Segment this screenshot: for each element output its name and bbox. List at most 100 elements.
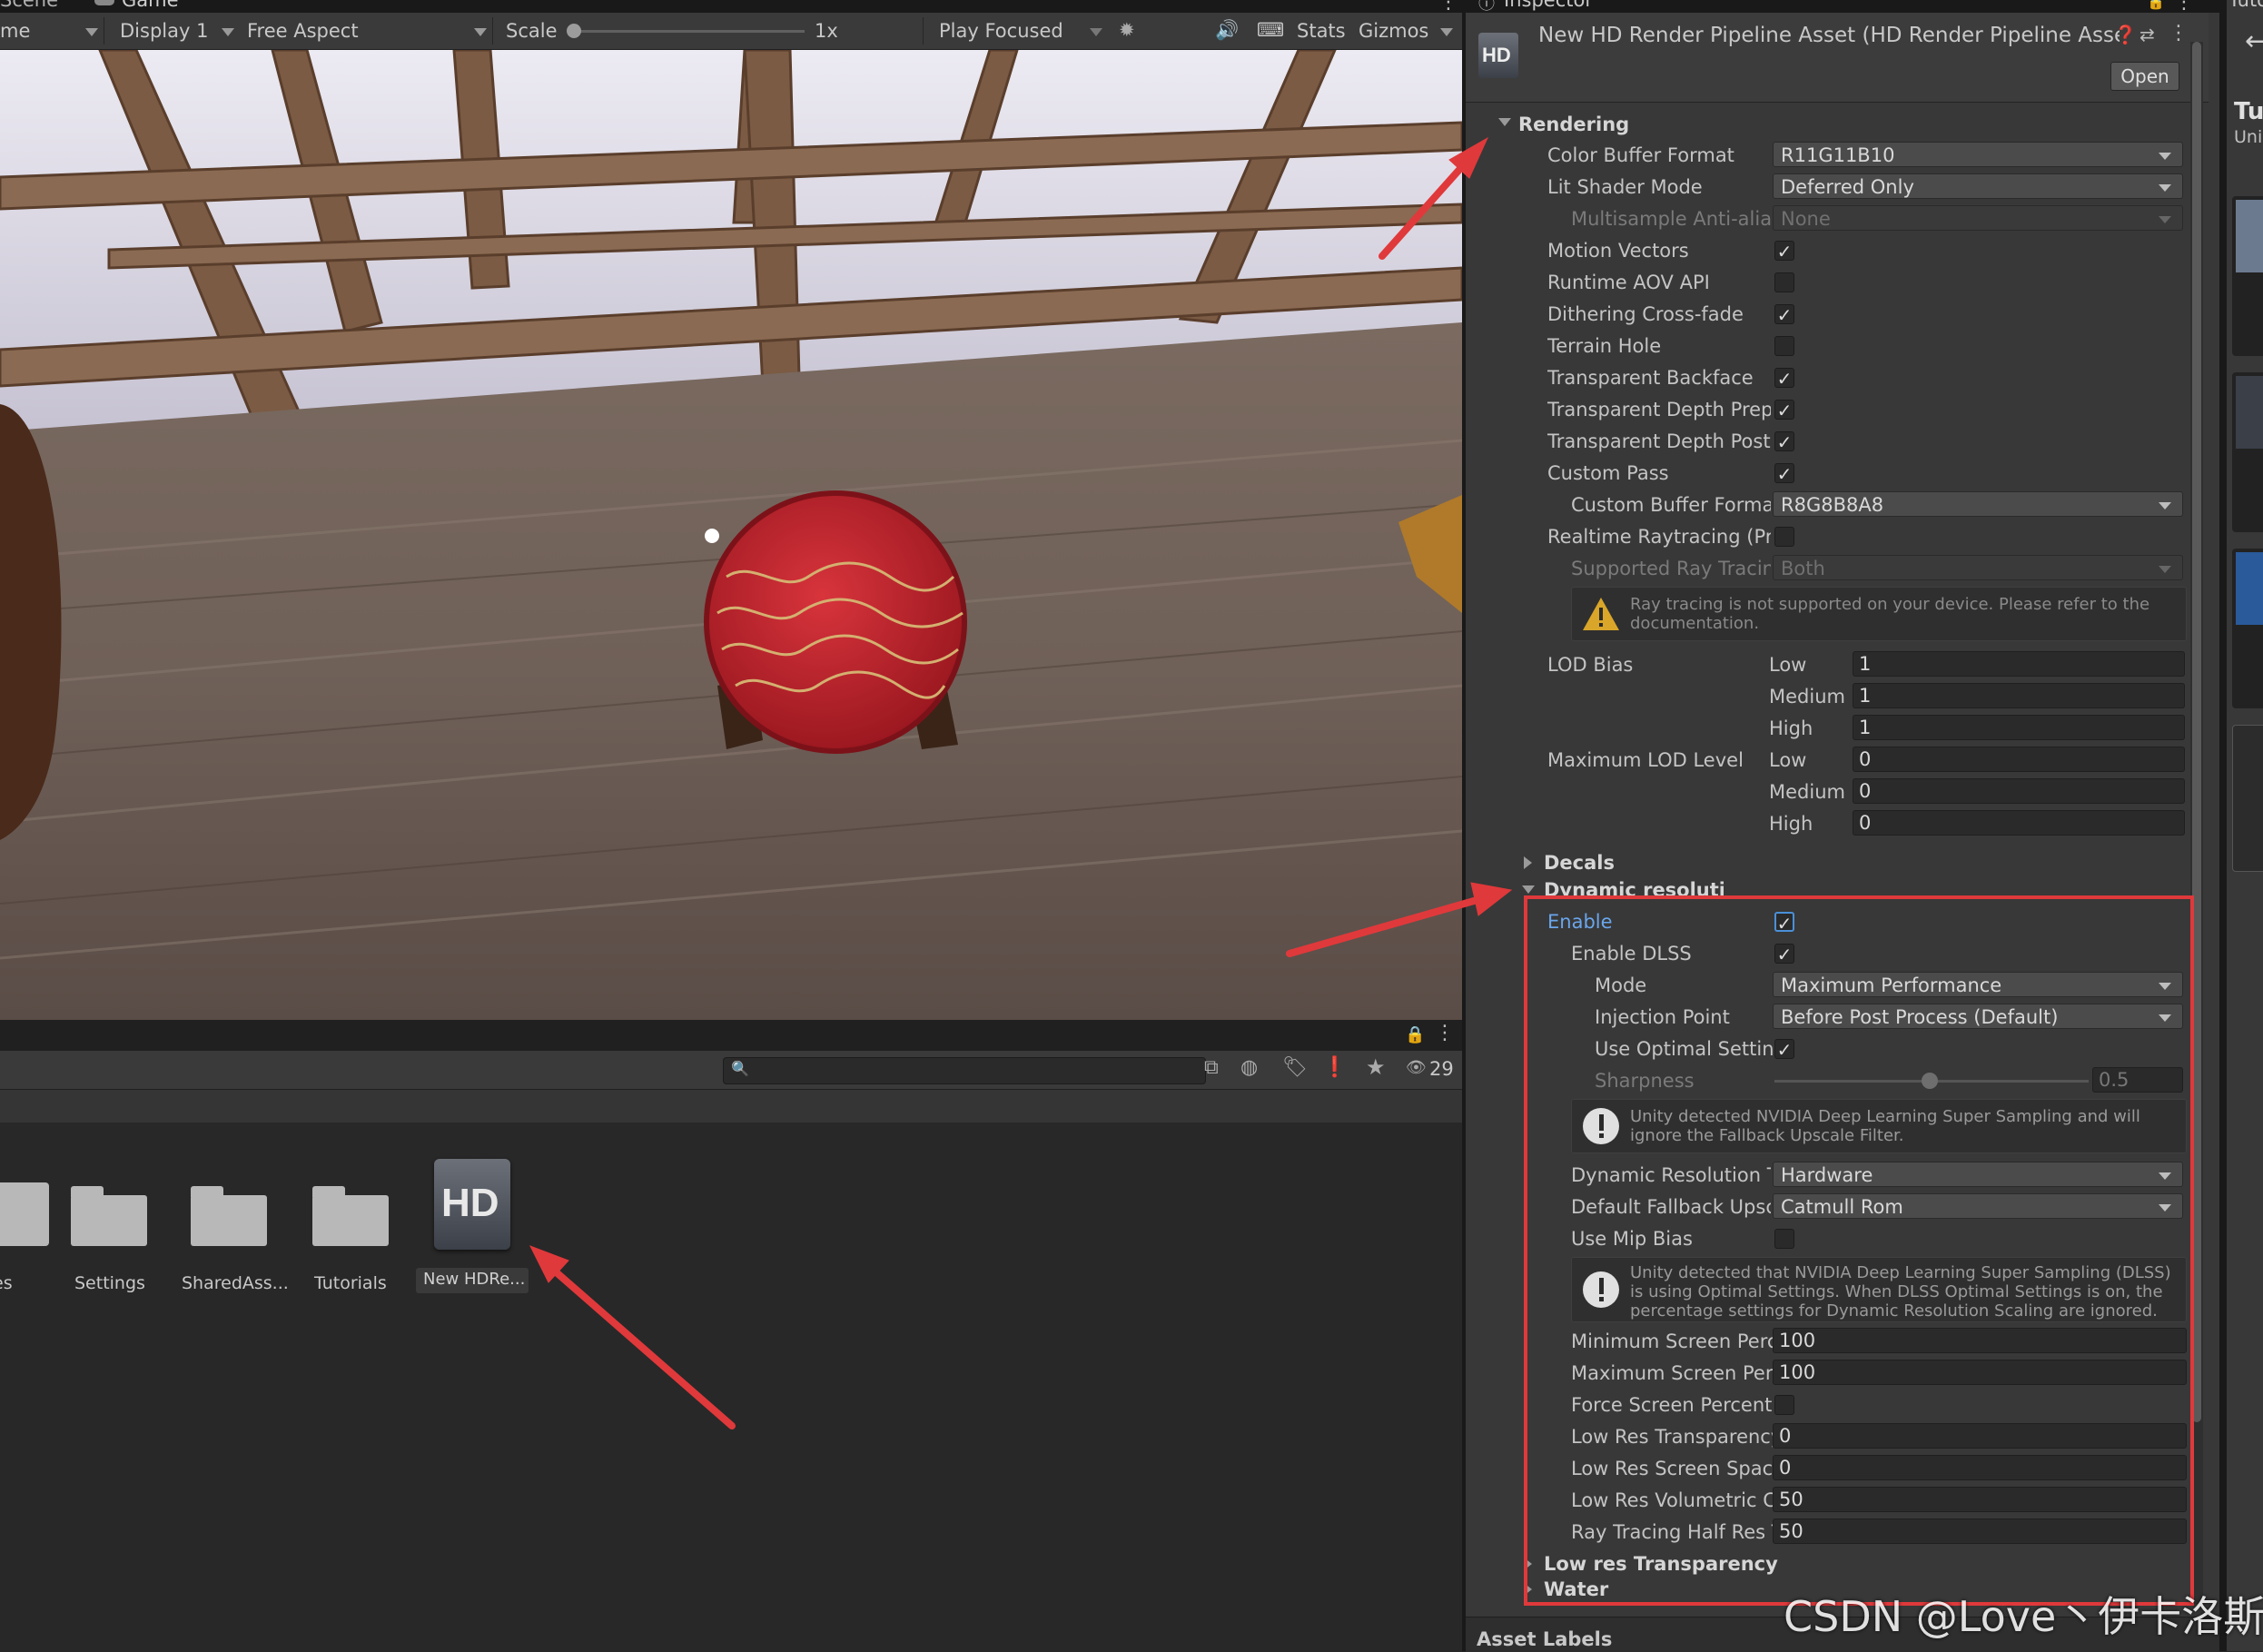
- lock-icon[interactable]: 🔒: [1405, 1025, 1425, 1044]
- supported-raytracing-dropdown: Both: [1773, 555, 2183, 580]
- warning-filter-icon[interactable]: ❗: [1322, 1056, 1347, 1079]
- project-item[interactable]: SharedAss...: [180, 1155, 307, 1293]
- max-lod-high-field[interactable]: 0: [1853, 810, 2185, 836]
- scale-slider-handle[interactable]: [567, 24, 581, 38]
- project-item-label: New HDRe...: [423, 1270, 526, 1289]
- more-menu-icon[interactable]: ⋮: [2169, 22, 2189, 45]
- max-lod-medium-label: Medium: [1769, 781, 1845, 803]
- project-item[interactable]: Tutorials: [305, 1155, 414, 1293]
- game-icon: [94, 0, 114, 5]
- project-item[interactable]: Settings: [64, 1155, 173, 1293]
- section-decals[interactable]: Decals: [1544, 850, 1615, 875]
- transparent-depth-prepass-checkbox[interactable]: ✓: [1774, 400, 1794, 420]
- tab-scene[interactable]: Scene: [0, 0, 58, 11]
- custom-buffer-format-dropdown[interactable]: R8G8B8A8: [1773, 491, 2183, 517]
- keyboard-icon[interactable]: ⌨: [1257, 16, 1284, 44]
- display-dropdown[interactable]: Display 1: [120, 17, 208, 45]
- transparent-depth-postpass-checkbox[interactable]: ✓: [1774, 431, 1794, 452]
- chevron-down-icon: [1440, 28, 1453, 36]
- foldout-down-icon[interactable]: [1522, 885, 1535, 894]
- tutorial-card[interactable]: [2232, 196, 2263, 356]
- folder-icon: [191, 1186, 267, 1246]
- dithering-checkbox[interactable]: ✓: [1774, 304, 1794, 325]
- inspector-header: HD New HD Render Pipeline Asset (HD Rend…: [1466, 13, 2209, 103]
- project-item-selected[interactable]: HD New HDRe...: [414, 1141, 530, 1295]
- project-item-label: SharedAss...: [182, 1273, 289, 1293]
- tutorial-card[interactable]: [2232, 549, 2263, 708]
- color-buffer-format-dropdown[interactable]: R11G11B10: [1773, 142, 2183, 167]
- foldout-right-icon[interactable]: [1524, 856, 1532, 869]
- watermark: CSDN @Love丶伊卡洛斯: [1784, 1592, 2263, 1641]
- tab-tutorials[interactable]: Tuto: [2228, 0, 2263, 11]
- realtime-raytracing-checkbox[interactable]: [1774, 527, 1794, 547]
- stats-button[interactable]: Stats: [1297, 17, 1346, 45]
- max-lod-low-field[interactable]: 0: [1853, 747, 2185, 772]
- bug-icon[interactable]: ✹: [1119, 16, 1135, 44]
- section-rendering[interactable]: Rendering: [1518, 112, 1629, 137]
- hd-asset-icon: HD: [1478, 33, 1518, 78]
- folder-icon: [71, 1186, 147, 1246]
- eye-icon[interactable]: 👁: [1406, 1058, 1427, 1077]
- runtime-aov-checkbox[interactable]: [1774, 272, 1794, 292]
- speaker-icon[interactable]: 🔊: [1215, 16, 1239, 44]
- lit-shader-mode-dropdown[interactable]: Deferred Only: [1773, 173, 2183, 199]
- dithering-label: Dithering Cross-fade: [1547, 303, 1744, 325]
- terrain-hole-checkbox[interactable]: [1774, 336, 1794, 356]
- section-dynamic-resolution[interactable]: Dynamic resolution: [1544, 877, 1724, 897]
- more-menu-icon[interactable]: ⋮: [2174, 0, 2194, 14]
- favorite-star-icon[interactable]: ★: [1366, 1054, 1386, 1080]
- terrain-hole-label: Terrain Hole: [1547, 335, 1662, 357]
- back-arrow-icon[interactable]: ←: [2245, 25, 2263, 57]
- more-menu-icon[interactable]: ⋮: [1435, 1022, 1455, 1044]
- foldout-down-icon[interactable]: [1498, 118, 1511, 126]
- lod-bias-low-field[interactable]: 1: [1853, 651, 2185, 677]
- open-button[interactable]: Open: [2110, 62, 2179, 91]
- tutorials-panel: Tuto ← Tu Uni: [2227, 0, 2263, 1651]
- transparent-backface-label: Transparent Backface: [1547, 367, 1754, 389]
- chevron-down-icon: [474, 28, 487, 36]
- tutorials-title: Tu: [2234, 98, 2263, 125]
- presets-icon[interactable]: ⇄: [2139, 24, 2155, 45]
- realtime-raytracing-label: Realtime Raytracing (Pre: [1547, 526, 1771, 548]
- project-item[interactable]: es: [0, 1155, 49, 1293]
- runtime-aov-label: Runtime AOV API: [1547, 272, 1710, 293]
- game-viewport[interactable]: [0, 50, 1462, 1020]
- game-toolbar: me Display 1 Free Aspect Scale 1x Play F…: [0, 13, 1462, 50]
- transparent-backface-checkbox[interactable]: ✓: [1774, 368, 1794, 389]
- gizmos-button[interactable]: Gizmos: [1359, 17, 1428, 45]
- highlight-box: [1524, 895, 2194, 1606]
- asset-labels-title[interactable]: Asset Labels: [1477, 1628, 1612, 1650]
- inspector-panel: ⓘ Inspector 🔒 ⋮ HD New HD Render Pipelin…: [1466, 0, 2219, 1652]
- search-by-type-icon[interactable]: ⧉: [1204, 1056, 1219, 1079]
- search-icon: 🔍: [731, 1060, 749, 1077]
- project-breadcrumb-bar: [0, 1090, 1462, 1123]
- transparent-depth-prepass-label: Transparent Depth Prepa: [1547, 399, 1771, 420]
- mode-dropdown[interactable]: me: [0, 17, 30, 45]
- tab-game[interactable]: Game: [122, 0, 179, 11]
- msaa-label: Multisample Anti-alias: [1571, 208, 1771, 230]
- custom-pass-checkbox[interactable]: ✓: [1774, 463, 1794, 484]
- tutorial-card[interactable]: [2232, 725, 2263, 872]
- tutorial-card[interactable]: [2232, 372, 2263, 532]
- play-mode-dropdown[interactable]: Play Focused: [939, 17, 1063, 45]
- motion-vectors-checkbox[interactable]: ✓: [1774, 241, 1794, 262]
- hd-badge-text: HD: [1482, 44, 1511, 66]
- lit-shader-mode-label: Lit Shader Mode: [1547, 176, 1703, 198]
- hd-asset-icon-text: HD: [441, 1181, 499, 1225]
- scale-label: Scale: [506, 20, 558, 42]
- aspect-dropdown[interactable]: Free Aspect: [247, 17, 359, 45]
- max-lod-medium-field[interactable]: 0: [1853, 778, 2185, 804]
- lod-bias-high-field[interactable]: 1: [1853, 715, 2185, 740]
- more-menu-icon[interactable]: ⋮: [1438, 0, 1458, 14]
- tab-inspector[interactable]: Inspector: [1504, 0, 1593, 11]
- project-tabbar: 🔒 ⋮: [0, 1020, 1462, 1051]
- search-input[interactable]: 🔍: [723, 1057, 1206, 1084]
- transparent-depth-postpass-label: Transparent Depth Postp: [1547, 430, 1771, 452]
- filter-type-icon[interactable]: ◍: [1240, 1056, 1258, 1079]
- scale-slider[interactable]: [570, 30, 805, 33]
- lod-bias-medium-field[interactable]: 1: [1853, 683, 2185, 708]
- help-icon[interactable]: ❓: [2114, 24, 2137, 45]
- msaa-dropdown: None: [1773, 205, 2183, 231]
- label-icon[interactable]: 🏷: [1282, 1056, 1308, 1079]
- lock-icon[interactable]: 🔒: [2147, 0, 2165, 10]
